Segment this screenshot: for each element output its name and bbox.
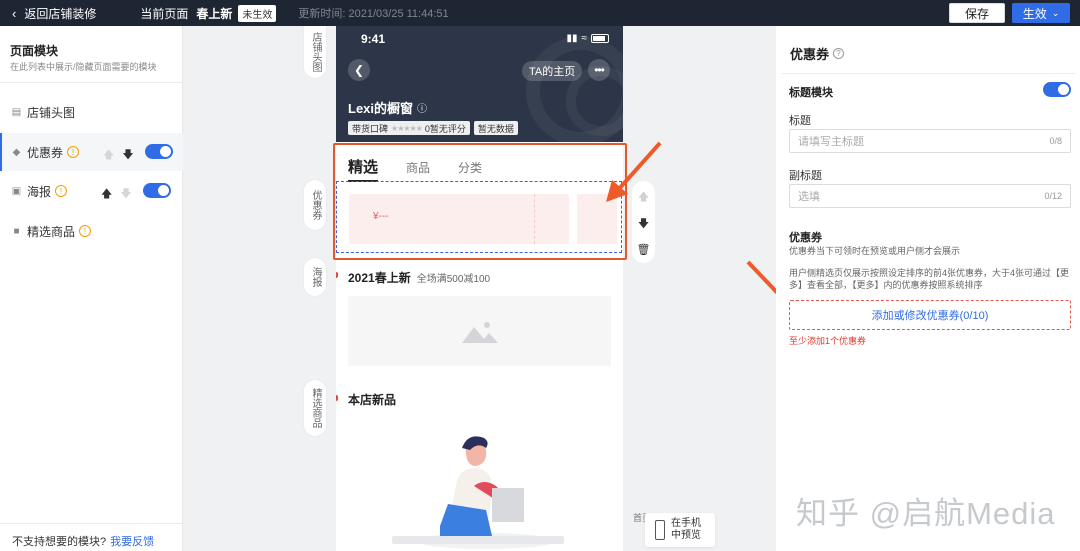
title-char-count: 0/8	[1049, 136, 1062, 146]
preview-on-phone-button[interactable]: 在手机 中预览	[645, 513, 715, 547]
title-label: 标题	[789, 115, 811, 127]
coupon-note-2: 用户侧精选页仅展示按照设定排序的前4张优惠券，大于4张可通过【更多】查看全部，【…	[789, 268, 1070, 290]
add-coupon-button[interactable]: 添加或修改优惠券(0/10)	[789, 300, 1071, 330]
mobile-phone-icon	[655, 520, 665, 540]
title-module-toggle[interactable]	[1043, 82, 1071, 97]
title-module-label: 标题模块	[789, 87, 833, 99]
subtitle-input[interactable]: 选填 0/12	[789, 184, 1071, 208]
coupon-error-text: 至少添加1个优惠券	[789, 336, 867, 346]
title-input[interactable]: 请填写主标题 0/8	[789, 129, 1071, 153]
preview-label-line2: 中预览	[671, 530, 701, 541]
preview-label: 在手机 中预览	[671, 518, 701, 542]
settings-panel: 优惠券 ? 标题模块 标题 请填写主标题 0/8 副标题 选填 0/12 优惠券…	[776, 26, 1080, 551]
coupon-section-label: 优惠券	[789, 232, 822, 244]
subtitle-char-count: 0/12	[1044, 191, 1062, 201]
title-placeholder: 请填写主标题	[798, 136, 864, 148]
divider	[782, 73, 1076, 74]
move-up-icon[interactable]: 🡅	[638, 188, 649, 207]
preview-label-line1: 在手机	[671, 518, 701, 529]
trash-icon[interactable]: 🗑	[637, 243, 651, 256]
help-icon[interactable]: ?	[833, 48, 845, 59]
settings-title: 优惠券 ?	[790, 44, 845, 63]
module-float-controls: 🡅 🡇 🗑	[632, 181, 655, 263]
coupon-note-1: 优惠券当下可领时在预览或用户侧才会展示	[789, 246, 961, 256]
watermark: 知乎 @启航Media	[796, 496, 1056, 531]
subtitle-placeholder: 选填	[798, 191, 820, 203]
subtitle-label: 副标题	[789, 170, 822, 182]
move-down-icon[interactable]: 🡇	[638, 215, 649, 234]
settings-title-text: 优惠券	[790, 47, 830, 62]
